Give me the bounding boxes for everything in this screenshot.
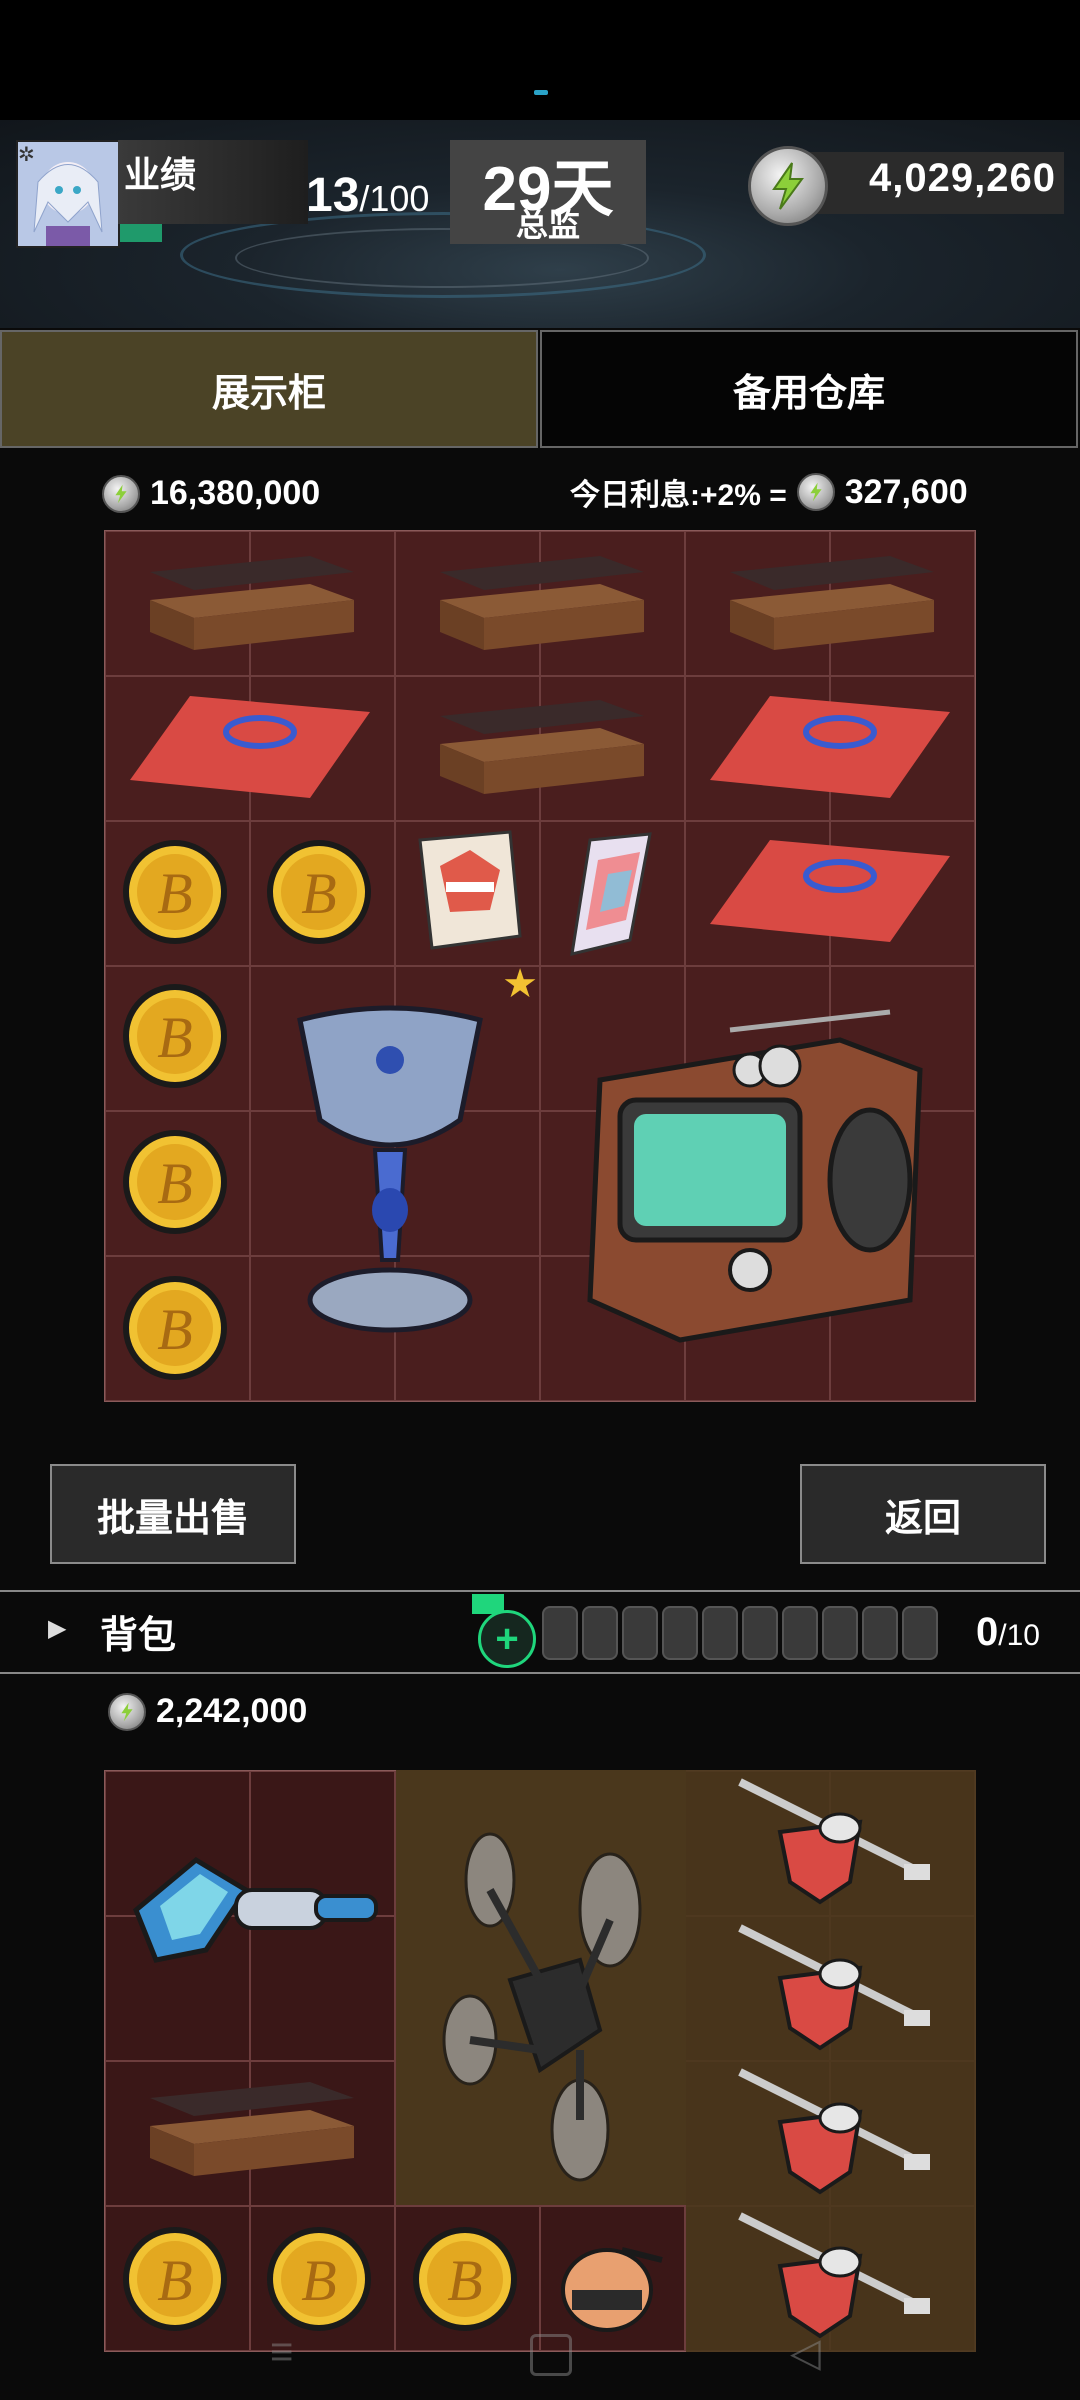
bitcoin-icon[interactable]: B: [120, 832, 230, 952]
backpack-count-current: 0: [976, 1610, 999, 1654]
status-bar: [0, 0, 1080, 120]
button-label: 返回: [884, 1497, 961, 1540]
trophy-cup-item[interactable]: [280, 1000, 500, 1360]
button-label: 批量出售: [96, 1497, 249, 1540]
property-deed-item[interactable]: [710, 690, 950, 800]
interest-label: 今日利息:+2% =: [570, 479, 787, 512]
total-money: 4,029,260: [869, 156, 1056, 200]
congratulation-card-item[interactable]: [410, 826, 530, 956]
drone-item[interactable]: [430, 1830, 670, 2190]
notch-indicator: [534, 90, 548, 95]
svg-text:B: B: [301, 2248, 336, 2313]
tab-spare-warehouse[interactable]: 备用仓库: [540, 330, 1078, 448]
bulk-sell-button[interactable]: 批量出售: [50, 1464, 296, 1564]
backpack-slot: [702, 1606, 738, 1660]
cabinet-value: 16,380,000: [150, 474, 321, 512]
performance-current: 13: [306, 169, 360, 222]
performance-label: 业绩: [124, 154, 197, 195]
tab-display-cabinet[interactable]: 展示柜: [0, 330, 538, 448]
rank-title: 总监: [515, 207, 580, 243]
lightning-coin-icon: [108, 1692, 146, 1731]
bitcoin-icon[interactable]: B: [264, 832, 374, 952]
lightning-coin-icon: [102, 474, 140, 513]
tab-label: 备用仓库: [732, 372, 885, 415]
backpack-value: 2,242,000: [156, 1692, 308, 1730]
performance-progress-bar: [120, 224, 162, 242]
backpack-capacity: /10: [998, 1619, 1040, 1652]
performance-total: /100: [359, 178, 430, 219]
stick-box-item[interactable]: [430, 692, 650, 802]
robot-gun-item[interactable]: [116, 1830, 386, 1980]
plus-icon[interactable]: +: [478, 1610, 536, 1668]
interest-row: 今日利息:+2% = 327,600: [570, 470, 968, 514]
stick-box-item[interactable]: [720, 548, 940, 658]
backpack-slot: [542, 1606, 578, 1660]
spinning-top-item[interactable]: [720, 1772, 950, 1912]
backpack-value-row: 2,242,000: [108, 1692, 307, 1731]
svg-text:B: B: [157, 1005, 192, 1070]
backpack-slot: [822, 1606, 858, 1660]
svg-text:B: B: [157, 861, 192, 926]
retro-tv-item[interactable]: [580, 1000, 940, 1360]
backpack-slot: [662, 1606, 698, 1660]
stick-box-item[interactable]: [140, 548, 360, 658]
bitcoin-icon[interactable]: B: [120, 976, 230, 1096]
backpack-slot: [742, 1606, 778, 1660]
property-deed-item[interactable]: [710, 834, 950, 944]
lightning-coin-icon: [796, 473, 835, 511]
crystal-item[interactable]: [560, 830, 660, 960]
interest-value: 327,600: [844, 472, 968, 511]
bitcoin-icon[interactable]: B: [120, 1122, 230, 1242]
bitcoin-icon[interactable]: B: [410, 2214, 520, 2344]
bitcoin-icon[interactable]: B: [120, 2214, 230, 2344]
svg-text:B: B: [157, 1151, 192, 1216]
svg-text:B: B: [301, 861, 336, 926]
stick-box-item[interactable]: [140, 2074, 360, 2184]
tab-label: 展示柜: [211, 372, 326, 415]
menu-nav-icon[interactable]: ≡: [270, 2330, 293, 2375]
backpack-slot: [622, 1606, 658, 1660]
backpack-slot: [782, 1606, 818, 1660]
svg-text:B: B: [157, 1297, 192, 1362]
bitcoin-icon[interactable]: B: [264, 2214, 374, 2344]
spinning-top-item[interactable]: [720, 2206, 950, 2346]
cabinet-value-row: 16,380,000: [102, 474, 320, 513]
stick-box-item[interactable]: [430, 548, 650, 658]
spinning-top-item[interactable]: [720, 1918, 950, 2058]
backpack-slot: [582, 1606, 618, 1660]
backpack-slot: [902, 1606, 938, 1660]
backpack-count: 0/10: [976, 1610, 1040, 1655]
backpack-label: 背包: [100, 1615, 177, 1657]
chevron-right-icon[interactable]: ▶: [48, 1614, 66, 1643]
performance-count: 13/100: [306, 168, 429, 223]
home-nav-icon[interactable]: [530, 2334, 572, 2376]
spinning-top-item[interactable]: [720, 2062, 950, 2202]
star-icon: ★: [502, 962, 538, 1006]
backpack-slot: [862, 1606, 898, 1660]
toy-head-item[interactable]: [552, 2220, 672, 2340]
svg-text:B: B: [447, 2248, 482, 2313]
gear-icon[interactable]: ✲: [18, 142, 35, 167]
svg-text:B: B: [157, 2248, 192, 2313]
property-deed-item[interactable]: [130, 690, 370, 800]
bitcoin-icon[interactable]: B: [120, 1268, 230, 1388]
back-button[interactable]: 返回: [800, 1464, 1046, 1564]
back-nav-icon[interactable]: ◁: [790, 2330, 821, 2376]
